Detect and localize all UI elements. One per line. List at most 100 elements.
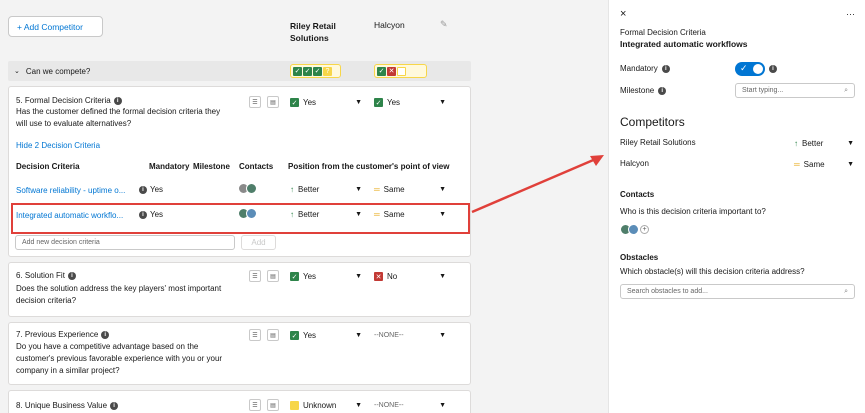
dropdown-arrow-icon: ▼ bbox=[439, 332, 446, 339]
pill-check-icon: ✓ bbox=[313, 66, 322, 76]
header-mandatory: Mandatory bbox=[149, 162, 190, 171]
dropdown-arrow-icon: ▼ bbox=[439, 273, 446, 280]
answer-value: Yes bbox=[387, 98, 401, 107]
dropdown-arrow-icon: ▼ bbox=[355, 402, 362, 409]
document-icon[interactable]: ▤ bbox=[267, 329, 279, 341]
panel-subtitle: Formal Decision Criteria bbox=[620, 28, 706, 37]
notes-icon[interactable]: ☰ bbox=[249, 399, 261, 411]
contacts-heading: Contacts bbox=[620, 190, 655, 199]
question-text-line: customer's previous favorable experience… bbox=[16, 354, 223, 363]
answer-select-riley[interactable]: ✓ Yes ▼ bbox=[290, 269, 362, 284]
answer-select-riley[interactable]: ✓ Yes ▼ bbox=[290, 328, 362, 343]
document-icon[interactable]: ▤ bbox=[267, 96, 279, 108]
add-contact-icon[interactable]: + bbox=[640, 225, 649, 234]
dropdown-arrow-icon: ▼ bbox=[355, 186, 362, 193]
answer-select-riley[interactable]: ✓ Yes ▼ bbox=[290, 95, 362, 110]
check-icon: ✓ bbox=[290, 272, 299, 281]
mandatory-cell: i Yes bbox=[139, 185, 163, 194]
info-icon[interactable]: i bbox=[769, 65, 777, 73]
info-icon[interactable]: i bbox=[661, 64, 670, 73]
pill-check-icon: ✓ bbox=[293, 66, 302, 76]
avatar[interactable] bbox=[628, 224, 639, 235]
notes-icon[interactable]: ☰ bbox=[249, 96, 261, 108]
contacts-avatars[interactable]: + bbox=[620, 224, 649, 235]
dropdown-arrow-icon: ▼ bbox=[847, 161, 854, 168]
info-icon[interactable]: i bbox=[139, 185, 147, 194]
question-text-line: Do you have a competitive advantage base… bbox=[16, 342, 199, 351]
competitor-position-select[interactable]: ↑ Better ▼ bbox=[794, 136, 854, 151]
info-icon[interactable]: i bbox=[113, 96, 122, 105]
position-select-halcyon[interactable]: ═ Same ▼ bbox=[374, 182, 446, 197]
answer-select-halcyon[interactable]: --NONE-- ▼ bbox=[374, 398, 446, 413]
competitor-name-line2: Solutions bbox=[290, 33, 329, 43]
competitor-column-riley[interactable]: Riley Retail Solutions bbox=[290, 20, 336, 44]
question-text: Has the customer defined the formal deci… bbox=[16, 106, 220, 130]
obstacles-heading: Obstacles bbox=[620, 253, 659, 262]
answer-select-halcyon[interactable]: ✕ No ▼ bbox=[374, 269, 446, 284]
equals-icon: ═ bbox=[794, 160, 800, 169]
dropdown-arrow-icon: ▼ bbox=[439, 186, 446, 193]
annotation-arrow bbox=[471, 155, 604, 214]
answer-select-halcyon[interactable]: ✓ Yes ▼ bbox=[374, 95, 446, 110]
criteria-link[interactable]: Software reliability - uptime o... bbox=[16, 186, 125, 195]
mandatory-toggle[interactable]: ✓ bbox=[735, 62, 765, 76]
milestone-row: Milestone i bbox=[620, 86, 667, 95]
contacts-avatars[interactable] bbox=[238, 183, 257, 194]
highlight-box bbox=[11, 203, 470, 234]
milestone-placeholder: Start typing... bbox=[742, 87, 784, 94]
position-value: Same bbox=[803, 160, 825, 169]
answer-value: Unknown bbox=[303, 401, 337, 410]
milestone-label: Milestone bbox=[620, 86, 655, 95]
question-title-text: 5. Formal Decision Criteria bbox=[16, 96, 111, 105]
position-select-riley[interactable]: ↑ Better ▼ bbox=[290, 182, 362, 197]
question-text: Do you have a competitive advantage base… bbox=[16, 341, 222, 377]
add-competitor-button[interactable]: + Add Competitor bbox=[8, 16, 103, 37]
edit-pencil-icon[interactable]: ✎ bbox=[440, 19, 448, 30]
info-icon[interactable]: i bbox=[110, 401, 119, 410]
chevron-down-icon: ⌄ bbox=[14, 68, 20, 75]
header-contacts: Contacts bbox=[239, 162, 274, 171]
pill-empty-icon bbox=[397, 66, 406, 76]
header-position: Position from the customer's point of vi… bbox=[288, 162, 450, 171]
question-text-line: decision criteria? bbox=[16, 296, 77, 305]
hide-criteria-link[interactable]: Hide 2 Decision Criteria bbox=[16, 141, 100, 150]
info-icon[interactable]: i bbox=[101, 330, 110, 339]
milestone-input[interactable]: Start typing... ⌕ bbox=[735, 83, 855, 98]
document-icon[interactable]: ▤ bbox=[267, 399, 279, 411]
competitor-position-select[interactable]: ═ Same ▼ bbox=[794, 157, 854, 172]
score-pills-riley: ✓ ✓ ✓ ? bbox=[290, 64, 341, 78]
add-criteria-button[interactable]: Add bbox=[241, 235, 276, 250]
pill-x-icon: ✕ bbox=[387, 66, 396, 76]
document-icon[interactable]: ▤ bbox=[267, 270, 279, 282]
close-icon[interactable]: × bbox=[620, 8, 626, 20]
arrow-up-icon: ↑ bbox=[290, 185, 294, 194]
competitor-column-halcyon[interactable]: Halcyon bbox=[374, 20, 405, 30]
header-decision-criteria: Decision Criteria bbox=[16, 162, 80, 171]
answer-select-halcyon[interactable]: --NONE-- ▼ bbox=[374, 328, 446, 343]
avatar[interactable] bbox=[246, 183, 257, 194]
question-title-text: 8. Unique Business Value bbox=[16, 401, 108, 410]
toggle-knob bbox=[753, 64, 763, 74]
check-icon: ✓ bbox=[374, 98, 383, 107]
pill-check-icon: ✓ bbox=[377, 66, 386, 76]
dropdown-arrow-icon: ▼ bbox=[439, 99, 446, 106]
new-criteria-input[interactable]: Add new decision criteria bbox=[15, 235, 235, 250]
dropdown-arrow-icon: ▼ bbox=[355, 273, 362, 280]
answer-select-riley[interactable]: Unknown ▼ bbox=[290, 398, 362, 413]
equals-icon: ═ bbox=[374, 185, 380, 194]
check-icon: ✓ bbox=[290, 331, 299, 340]
info-icon[interactable]: i bbox=[658, 86, 667, 95]
pill-check-icon: ✓ bbox=[303, 66, 312, 76]
question-text-line: company in a similar project? bbox=[16, 366, 120, 375]
position-value: Same bbox=[383, 185, 405, 194]
mandatory-row: Mandatory i bbox=[620, 64, 670, 73]
more-options-icon[interactable]: ··· bbox=[846, 9, 855, 19]
obstacles-question: Which obstacle(s) will this decision cri… bbox=[620, 267, 805, 276]
answer-value: No bbox=[387, 272, 398, 281]
notes-icon[interactable]: ☰ bbox=[249, 270, 261, 282]
header-milestone: Milestone bbox=[193, 162, 230, 171]
obstacles-search-input[interactable]: Search obstacles to add... ⌕ bbox=[620, 284, 855, 299]
notes-icon[interactable]: ☰ bbox=[249, 329, 261, 341]
info-icon[interactable]: i bbox=[67, 271, 76, 280]
mandatory-label: Mandatory bbox=[620, 64, 658, 73]
